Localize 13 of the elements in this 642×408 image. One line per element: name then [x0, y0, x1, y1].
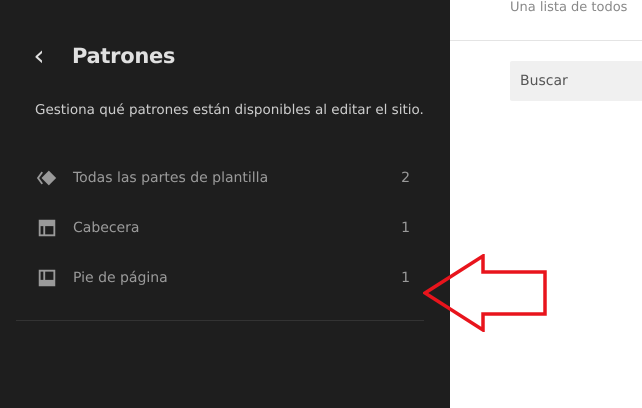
item-count: 1 — [401, 220, 410, 236]
layout-header-icon — [36, 217, 58, 239]
page-intro-text: Una lista de todos — [510, 0, 628, 17]
item-count: 1 — [401, 270, 410, 286]
sidebar-description: Gestiona qué patrones están disponibles al editar el sitio. — [35, 101, 425, 120]
search-field[interactable]: Buscar — [510, 61, 642, 101]
back-button[interactable]: ‹ — [28, 41, 50, 71]
nav-item[interactable]: Todas las partes de plantilla 2 — [36, 164, 424, 192]
item-count: 2 — [401, 170, 410, 186]
layout-footer-icon — [36, 267, 58, 289]
nav-item[interactable]: Cabecera 1 — [36, 214, 424, 242]
nav-item[interactable]: Pie de página 1 — [36, 264, 424, 292]
sidebar-title: Patrones — [72, 44, 176, 68]
